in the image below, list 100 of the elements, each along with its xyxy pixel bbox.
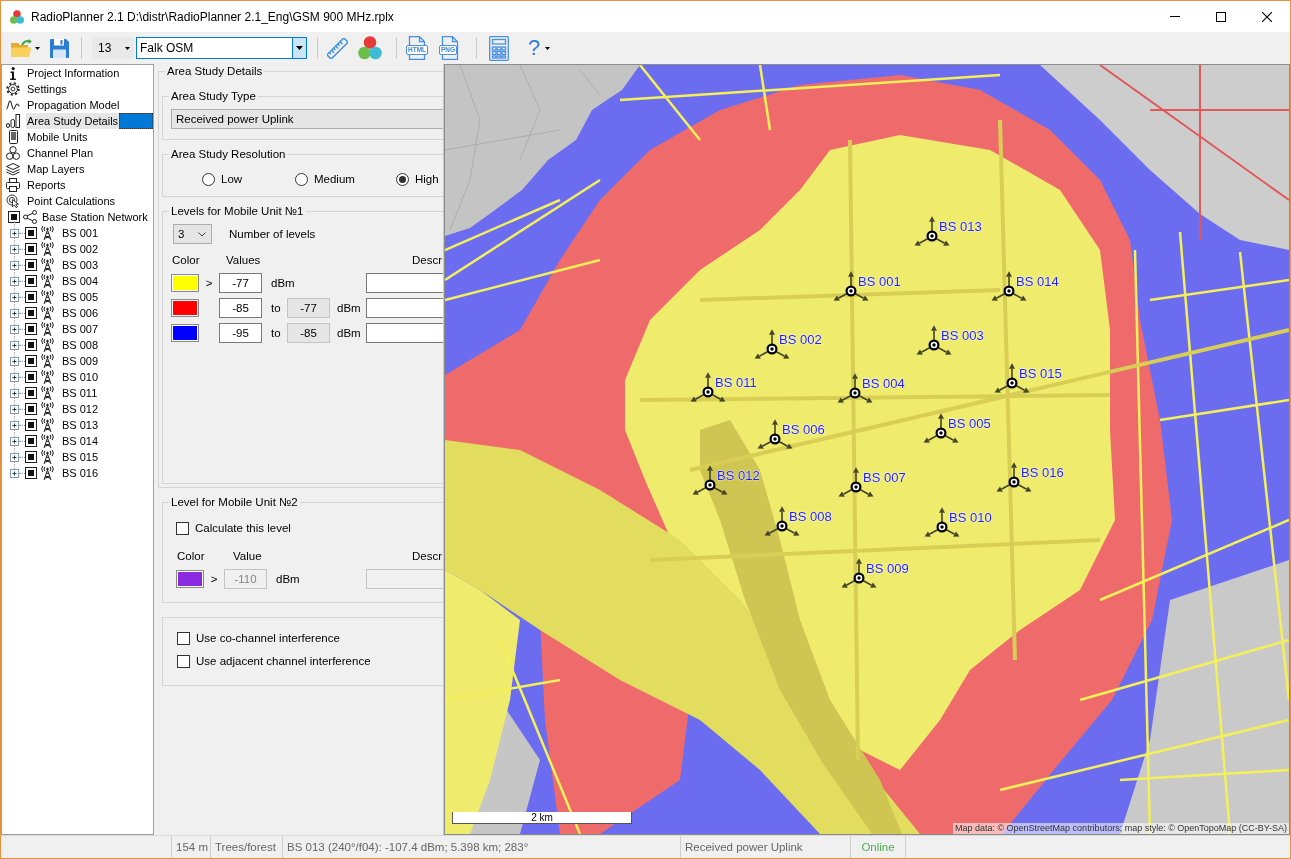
range-label: to [270, 301, 281, 315]
map-source-dropdown[interactable]: Falk OSM [136, 37, 307, 59]
station-label: BS 013 [939, 219, 982, 235]
checkbox[interactable] [25, 419, 37, 431]
tree-item-label[interactable]: BS 002 [62, 243, 99, 255]
checkbox[interactable] [25, 387, 37, 399]
checkbox[interactable] [25, 355, 37, 367]
expand-icon[interactable] [10, 228, 19, 238]
zoom-dropdown[interactable]: 13 [92, 37, 134, 59]
field-label: Number of levels [229, 228, 316, 240]
tree-item[interactable]: Map Layers [2, 161, 153, 177]
checkbox[interactable] [25, 275, 37, 287]
checkbox[interactable] [25, 339, 37, 351]
station-label: BS 001 [858, 274, 901, 290]
description-field[interactable] [366, 323, 443, 343]
value-field[interactable]: -95 [219, 323, 262, 343]
expand-icon[interactable] [10, 244, 19, 254]
tree-item[interactable]: Mobile Units [2, 129, 153, 145]
option-label[interactable]: Low [221, 173, 243, 185]
tree-item[interactable]: Channel Plan [2, 145, 153, 161]
tree-item[interactable]: Project Information [2, 65, 153, 81]
color-swatch[interactable] [171, 299, 199, 317]
expand-icon[interactable] [10, 308, 19, 318]
expand-icon[interactable] [10, 356, 19, 366]
checkbox[interactable] [25, 243, 37, 255]
caret-icon [35, 46, 40, 50]
checkbox[interactable] [25, 227, 37, 239]
tree-item-label[interactable]: BS 010 [62, 371, 99, 383]
tree-item-label[interactable]: BS 014 [62, 435, 99, 447]
checkbox[interactable] [25, 307, 37, 319]
station-label: BS 011 [715, 375, 757, 391]
expand-icon[interactable] [10, 436, 19, 446]
checkbox[interactable] [25, 323, 37, 335]
antenna-tower-icon [40, 466, 55, 480]
tree-item-label[interactable]: BS 008 [62, 339, 99, 351]
expand-icon[interactable] [10, 292, 19, 302]
checkbox[interactable] [8, 211, 20, 223]
checkbox[interactable] [25, 259, 37, 271]
expand-icon[interactable] [10, 324, 19, 334]
station-label: BS 016 [1021, 465, 1064, 481]
unit-label: dBm [336, 326, 361, 340]
antenna-tower-icon [40, 306, 55, 320]
checkbox[interactable] [25, 291, 37, 303]
option-label[interactable]: High [415, 173, 439, 185]
tree-item-label[interactable]: BS 016 [62, 467, 99, 479]
expand-icon[interactable] [10, 404, 19, 414]
document-icon [407, 36, 427, 60]
expand-icon[interactable] [10, 260, 19, 270]
checkbox[interactable] [25, 467, 37, 479]
levels-count-dropdown[interactable]: 3 [173, 224, 212, 244]
color-swatch[interactable] [171, 274, 199, 292]
expand-icon[interactable] [10, 420, 19, 430]
tree-item[interactable]: Point Calculations [2, 193, 153, 209]
expand-icon[interactable] [10, 340, 19, 350]
checkbox[interactable] [25, 403, 37, 415]
checkbox-label[interactable]: Use adjacent channel interference [196, 655, 371, 667]
tree-item[interactable]: Propagation Model [2, 97, 153, 113]
expand-icon[interactable] [10, 276, 19, 286]
tree-item-label[interactable]: BS 009 [62, 355, 99, 367]
tree-item[interactable]: Settings [2, 81, 153, 97]
tree-item-label[interactable]: BS 004 [62, 275, 99, 287]
tree-item-label[interactable]: BS 001 [62, 227, 99, 239]
checkbox[interactable] [25, 451, 37, 463]
tree-item-label[interactable]: BS 007 [62, 323, 99, 335]
study-type-field[interactable]: Received power Uplink [171, 109, 443, 129]
tree-item-label[interactable]: BS 005 [62, 291, 99, 303]
tree-item-label[interactable]: BS 013 [62, 419, 99, 431]
checkbox[interactable] [177, 654, 190, 668]
tree-item[interactable]: Reports [2, 177, 153, 193]
tree-item-label[interactable]: BS 011 [62, 387, 98, 399]
expand-icon[interactable] [10, 372, 19, 382]
tree-item-label[interactable]: BS 015 [62, 451, 99, 463]
tree-item-label[interactable]: BS 006 [62, 307, 99, 319]
dropdown-button[interactable] [292, 38, 306, 58]
checkbox[interactable] [25, 435, 37, 447]
comparison-sign: > [205, 276, 213, 290]
value-field[interactable]: -85 [219, 298, 262, 318]
radio-button[interactable] [295, 172, 308, 186]
station-label: BS 007 [863, 470, 906, 486]
checkbox[interactable] [25, 371, 37, 383]
checkbox-label[interactable]: Use co-channel interference [196, 632, 340, 644]
value-field[interactable]: -77 [219, 273, 262, 293]
tree-item-label[interactable]: BS 012 [62, 403, 99, 415]
tree-item-label[interactable]: Base Station Network [42, 211, 148, 223]
color-scheme-button[interactable] [356, 34, 384, 62]
ruler-icon [326, 37, 348, 59]
expand-icon[interactable] [10, 468, 19, 478]
checkbox[interactable] [177, 631, 190, 645]
expand-icon[interactable] [10, 452, 19, 462]
description-field[interactable] [366, 273, 443, 293]
tree-item-label[interactable]: BS 003 [62, 259, 99, 271]
color-swatch[interactable] [171, 324, 199, 342]
radio-button[interactable] [202, 172, 215, 186]
radio-button[interactable] [396, 172, 409, 186]
description-field[interactable] [366, 298, 443, 318]
upper-value-field: -85 [287, 323, 330, 343]
antenna-tower-icon [40, 338, 55, 352]
option-label[interactable]: Medium [314, 173, 355, 185]
expand-icon[interactable] [10, 388, 19, 398]
help-button[interactable]: ? [521, 34, 557, 62]
